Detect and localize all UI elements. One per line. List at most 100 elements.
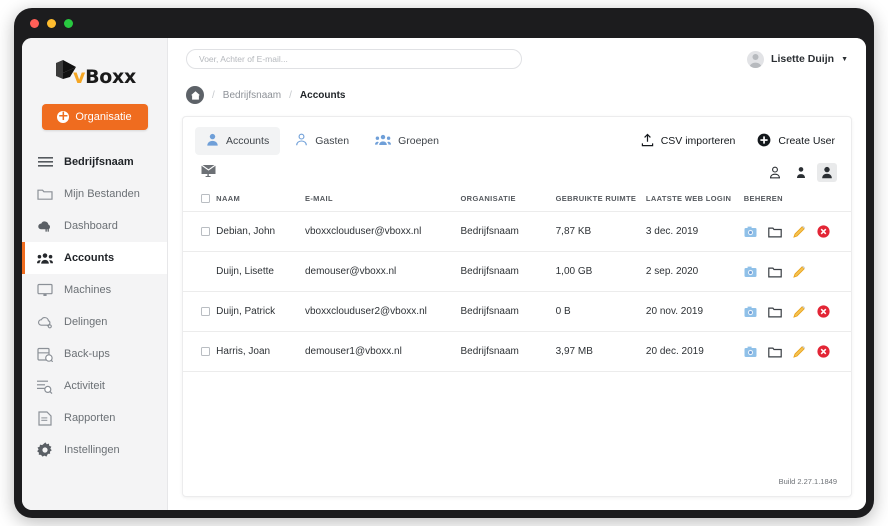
- tab-groepen[interactable]: Groepen: [364, 128, 450, 155]
- breadcrumb-item-bedrijfsnaam[interactable]: Bedrijfsnaam: [223, 90, 281, 101]
- folder-icon[interactable]: [767, 266, 782, 278]
- sidebar-item-instellingen[interactable]: Instellingen: [22, 434, 167, 466]
- users-group-icon: [375, 134, 392, 149]
- cloud-share-icon: [37, 314, 53, 330]
- sidebar-item-bedrijfsnaam[interactable]: Bedrijfsnaam: [22, 146, 167, 178]
- cell-email: vboxxclouduser@vboxx.nl: [304, 211, 461, 252]
- delete-circle-icon[interactable]: [817, 225, 830, 238]
- select-all-checkbox[interactable]: [201, 194, 210, 203]
- avatar: [747, 50, 765, 68]
- sidebar-item-activiteit[interactable]: Activiteit: [22, 370, 167, 402]
- build-version: Build 2.27.1.1849: [778, 477, 837, 486]
- home-icon[interactable]: [186, 86, 204, 104]
- cell-beheren: [743, 331, 851, 372]
- pencil-icon[interactable]: [793, 305, 806, 318]
- organisatie-button[interactable]: + Organisatie: [41, 104, 148, 130]
- filter-user-filled-button[interactable]: [817, 163, 837, 182]
- delete-circle-icon[interactable]: [817, 305, 830, 318]
- sidebar-item-label: Bedrijfsnaam: [64, 156, 134, 168]
- cell-organisatie: Bedrijfsnaam: [460, 291, 556, 332]
- search-placeholder: Voer, Achter of E-mail...: [199, 54, 288, 64]
- tab-accounts[interactable]: Accounts: [195, 127, 281, 155]
- csv-importeren-button[interactable]: CSV importeren: [641, 133, 736, 150]
- sidebar-item-delingen[interactable]: Delingen: [22, 306, 167, 338]
- sidebar-item-rapporten[interactable]: Rapporten: [22, 402, 167, 434]
- plus-circle-filled-icon: [757, 133, 771, 150]
- row-checkbox[interactable]: [201, 307, 210, 316]
- maximize-window-button[interactable]: [64, 18, 73, 28]
- tab-label: Gasten: [315, 135, 350, 147]
- sidebar-item-accounts[interactable]: Accounts: [22, 242, 167, 274]
- sidebar-item-label: Rapporten: [64, 412, 116, 424]
- activity-search-icon: [37, 378, 53, 394]
- brand-name-rest: Boxx: [85, 66, 136, 88]
- row-checkbox[interactable]: [201, 347, 210, 356]
- filter-user-small-button[interactable]: [791, 163, 811, 182]
- delete-circle-icon[interactable]: [817, 345, 830, 358]
- plus-circle-icon: +: [57, 109, 70, 124]
- table-row[interactable]: Duijn, Lisette demouser@vboxx.nl Bedrijf…: [183, 251, 851, 292]
- organisatie-button-label: Organisatie: [75, 111, 132, 123]
- table-toolbar: [183, 155, 851, 182]
- window-titlebar: [14, 8, 874, 38]
- sidebar-item-machines[interactable]: Machines: [22, 274, 167, 306]
- close-window-button[interactable]: [30, 18, 39, 28]
- upload-icon: [641, 133, 654, 150]
- header-gebruikte-ruimte[interactable]: GEBRUIKTE RUIMTE: [555, 188, 646, 212]
- cell-naam: Debian, John: [216, 211, 305, 252]
- brand-name: vBoxx: [73, 66, 136, 88]
- table-row[interactable]: Harris, Joan demouser1@vboxx.nl Bedrijfs…: [183, 331, 851, 372]
- camera-icon[interactable]: [744, 226, 757, 238]
- header-laatste-web-login[interactable]: LAATSTE WEB LOGIN: [645, 188, 744, 212]
- row-checkbox-cell: [183, 291, 217, 332]
- create-user-label: Create User: [778, 135, 835, 147]
- app-content: vBoxx + Organisatie Bedrijfsnaam Mijn Be…: [22, 38, 866, 510]
- topbar: Voer, Achter of E-mail... Lisette Duijn …: [168, 38, 866, 80]
- table-row[interactable]: Debian, John vboxxclouduser@vboxx.nl Bed…: [183, 211, 851, 252]
- create-user-button[interactable]: Create User: [757, 133, 835, 150]
- user-outline-icon: [295, 133, 308, 149]
- tab-gasten[interactable]: Gasten: [284, 127, 360, 155]
- camera-icon[interactable]: [744, 346, 757, 358]
- brand-logo[interactable]: vBoxx: [22, 56, 167, 98]
- pencil-icon[interactable]: [793, 265, 806, 278]
- minimize-window-button[interactable]: [47, 18, 56, 28]
- user-filter-buttons: [765, 163, 837, 182]
- folder-icon[interactable]: [767, 346, 782, 358]
- folder-icon[interactable]: [767, 306, 782, 318]
- cell-naam: Duijn, Patrick: [216, 291, 305, 332]
- chevron-down-icon: ▼: [841, 55, 848, 63]
- mail-envelope-icon[interactable]: [201, 164, 216, 182]
- filter-user-outline-button[interactable]: [765, 163, 785, 182]
- user-name: Lisette Duijn: [771, 53, 835, 65]
- cell-beheren: [743, 211, 851, 252]
- pencil-icon[interactable]: [793, 225, 806, 238]
- cell-naam: Harris, Joan: [216, 331, 305, 372]
- sidebar-item-label: Machines: [64, 284, 112, 296]
- menu-lines-icon: [37, 154, 53, 170]
- table-row[interactable]: Duijn, Patrick vboxxclouduser2@vboxx.nl …: [183, 291, 851, 332]
- csv-importeren-label: CSV importeren: [660, 135, 736, 147]
- cell-ruimte: 0 B: [555, 291, 646, 332]
- user-filled-icon: [206, 133, 219, 149]
- sidebar-item-label: Mijn Bestanden: [64, 188, 140, 200]
- header-naam[interactable]: NAAM: [216, 188, 305, 212]
- tab-label: Groepen: [398, 135, 439, 147]
- user-menu[interactable]: Lisette Duijn ▼: [747, 50, 848, 68]
- breadcrumb-separator: /: [212, 89, 215, 101]
- search-input[interactable]: Voer, Achter of E-mail...: [186, 49, 522, 69]
- folder-icon: [37, 186, 53, 202]
- app-window: vBoxx + Organisatie Bedrijfsnaam Mijn Be…: [14, 8, 874, 518]
- sidebar-item-dashboard[interactable]: Dashboard: [22, 210, 167, 242]
- row-checkbox[interactable]: [201, 227, 210, 236]
- camera-icon[interactable]: [744, 306, 757, 318]
- camera-icon[interactable]: [744, 266, 757, 278]
- sidebar-item-mijn-bestanden[interactable]: Mijn Bestanden: [22, 178, 167, 210]
- sidebar-item-back-ups[interactable]: Back-ups: [22, 338, 167, 370]
- cell-login: 3 dec. 2019: [645, 211, 744, 252]
- pencil-icon[interactable]: [793, 345, 806, 358]
- sidebar-item-label: Dashboard: [64, 220, 118, 232]
- header-organisatie[interactable]: ORGANISATIE: [460, 188, 556, 212]
- folder-icon[interactable]: [767, 226, 782, 238]
- header-email[interactable]: E-MAIL: [304, 188, 461, 212]
